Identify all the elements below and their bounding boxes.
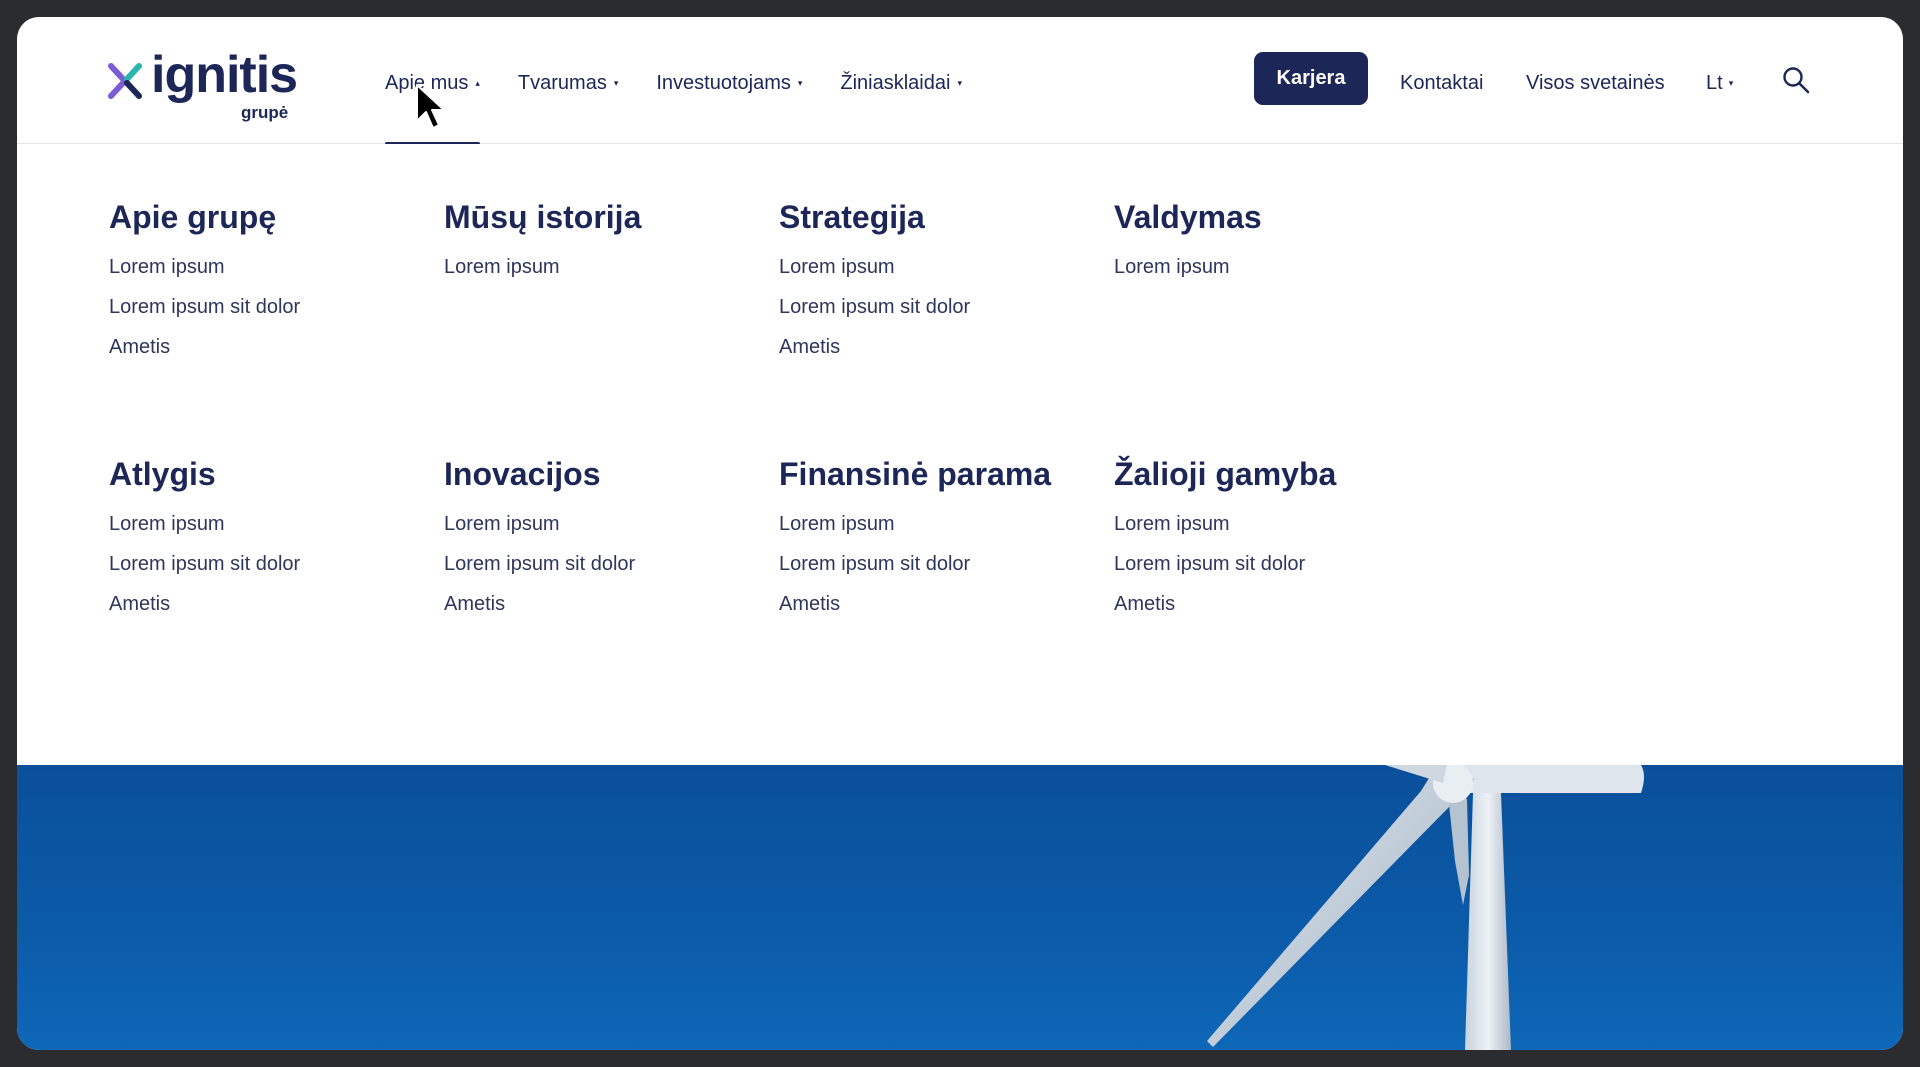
nav-item-label: Investuotojams bbox=[656, 71, 791, 94]
menu-link[interactable]: Lorem ipsum sit dolor bbox=[779, 552, 1099, 576]
main-nav: Apie mus ▴ Tvarumas ▾ Investuotojams ▾ Ž… bbox=[385, 63, 1000, 146]
language-selector[interactable]: Lt ▾ bbox=[1706, 63, 1733, 103]
menu-link[interactable]: Lorem ipsum bbox=[109, 255, 429, 279]
caret-down-icon: ▾ bbox=[957, 78, 962, 88]
menu-column-strategija: Strategija Lorem ipsum Lorem ipsum sit d… bbox=[779, 197, 1099, 375]
menu-column-atlygis: Atlygis Lorem ipsum Lorem ipsum sit dolo… bbox=[109, 454, 429, 632]
menu-column-title[interactable]: Atlygis bbox=[109, 454, 429, 494]
menu-link[interactable]: Ametis bbox=[444, 592, 764, 616]
language-label: Lt bbox=[1706, 71, 1723, 94]
menu-link[interactable]: Lorem ipsum bbox=[1114, 512, 1434, 536]
menu-column-title[interactable]: Finansinė parama bbox=[779, 454, 1099, 494]
menu-column-title[interactable]: Žalioji gamyba bbox=[1114, 454, 1434, 494]
menu-link[interactable]: Lorem ipsum bbox=[109, 512, 429, 536]
menu-link[interactable]: Lorem ipsum bbox=[444, 255, 764, 279]
menu-column-title[interactable]: Strategija bbox=[779, 197, 1099, 237]
ignitis-logo[interactable]: ignitis grupė bbox=[107, 46, 307, 131]
menu-column-musu-istorija: Mūsų istorija Lorem ipsum bbox=[444, 197, 764, 295]
caret-down-icon: ▾ bbox=[613, 78, 619, 88]
menu-column-title[interactable]: Apie grupę bbox=[109, 197, 429, 237]
menu-column-title[interactable]: Valdymas bbox=[1114, 197, 1434, 237]
logo-subtitle: grupė bbox=[241, 103, 289, 122]
menu-link[interactable]: Lorem ipsum sit dolor bbox=[109, 552, 429, 576]
menu-column-title[interactable]: Mūsų istorija bbox=[444, 197, 764, 237]
hero-banner bbox=[17, 765, 1903, 1050]
menu-link[interactable]: Lorem ipsum bbox=[779, 512, 1099, 536]
visos-svetaines-link[interactable]: Visos svetainės bbox=[1526, 63, 1665, 103]
nav-item-label: Tvarumas bbox=[517, 71, 607, 94]
menu-link[interactable]: Ametis bbox=[1114, 592, 1434, 616]
nav-item-tvarumas[interactable]: Tvarumas ▾ bbox=[518, 63, 618, 103]
menu-column-title[interactable]: Inovacijos bbox=[444, 454, 764, 494]
menu-column-apie-grupe: Apie grupę Lorem ipsum Lorem ipsum sit d… bbox=[109, 197, 429, 375]
menu-link[interactable]: Lorem ipsum sit dolor bbox=[779, 295, 1099, 319]
nav-item-ziniasklaidai[interactable]: Žiniasklaidai ▾ bbox=[840, 63, 962, 103]
menu-column-valdymas: Valdymas Lorem ipsum bbox=[1114, 197, 1434, 295]
menu-column-finansine-parama: Finansinė parama Lorem ipsum Lorem ipsum… bbox=[779, 454, 1099, 632]
menu-link[interactable]: Ametis bbox=[109, 335, 429, 359]
search-icon[interactable] bbox=[1781, 65, 1811, 95]
kontaktai-link[interactable]: Kontaktai bbox=[1400, 63, 1483, 103]
wind-turbine-image bbox=[1207, 765, 1644, 1050]
menu-link[interactable]: Lorem ipsum sit dolor bbox=[1114, 552, 1434, 576]
nav-item-investuotojams[interactable]: Investuotojams ▾ bbox=[656, 63, 802, 103]
logo-mark-icon bbox=[108, 63, 142, 99]
caret-down-icon: ▾ bbox=[797, 78, 803, 88]
menu-link[interactable]: Ametis bbox=[779, 335, 1099, 359]
caret-up-icon: ▴ bbox=[475, 78, 480, 88]
menu-link[interactable]: Ametis bbox=[779, 592, 1099, 616]
logo-wordmark: ignitis bbox=[151, 46, 298, 104]
menu-link[interactable]: Lorem ipsum sit dolor bbox=[109, 295, 429, 319]
menu-column-zalioji-gamyba: Žalioji gamyba Lorem ipsum Lorem ipsum s… bbox=[1114, 454, 1434, 632]
menu-column-inovacijos: Inovacijos Lorem ipsum Lorem ipsum sit d… bbox=[444, 454, 764, 632]
site-header: ignitis grupė Apie mus ▴ Tvarumas ▾ Inve… bbox=[17, 17, 1903, 146]
menu-link[interactable]: Lorem ipsum bbox=[1114, 255, 1434, 279]
karjera-button[interactable]: Karjera bbox=[1254, 52, 1368, 105]
caret-down-icon: ▾ bbox=[1728, 77, 1734, 88]
browser-window: ignitis grupė Apie mus ▴ Tvarumas ▾ Inve… bbox=[17, 17, 1903, 1050]
mega-menu-apie-mus: Apie grupę Lorem ipsum Lorem ipsum sit d… bbox=[17, 144, 1903, 765]
menu-link[interactable]: Lorem ipsum bbox=[444, 512, 764, 536]
menu-link[interactable]: Lorem ipsum bbox=[779, 255, 1099, 279]
nav-item-label: Žiniasklaidai bbox=[840, 71, 951, 94]
menu-link[interactable]: Lorem ipsum sit dolor bbox=[444, 552, 764, 576]
menu-link[interactable]: Ametis bbox=[109, 592, 429, 616]
mouse-cursor-icon bbox=[416, 84, 445, 129]
